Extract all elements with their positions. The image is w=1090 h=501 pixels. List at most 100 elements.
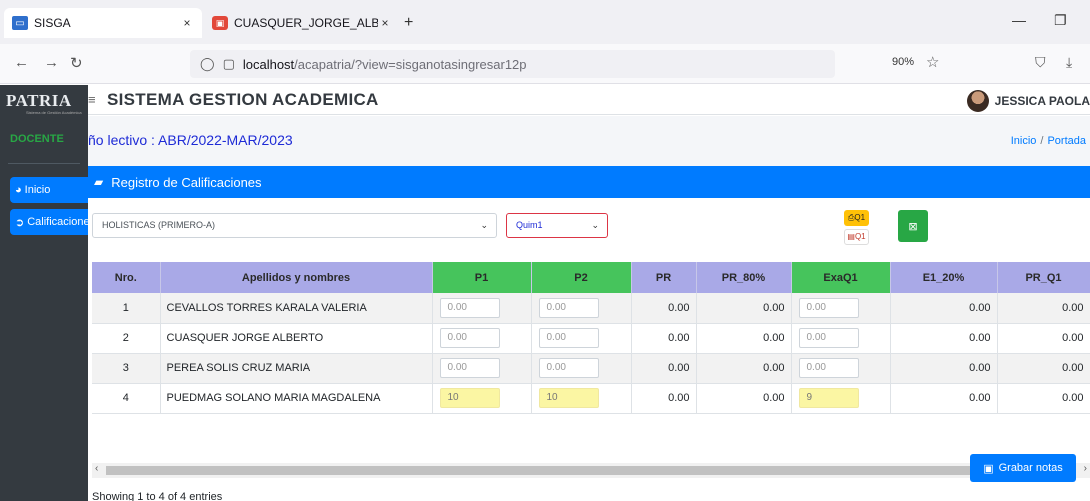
restore-window-icon[interactable]: ❐ [1054, 12, 1067, 29]
chevron-down-icon: ⌄ [480, 220, 488, 230]
browser-tab-pdf[interactable]: ▣ CUASQUER_JORGE_ALBERTO.pd × [204, 8, 400, 38]
scroll-right-icon[interactable]: › [1084, 463, 1087, 474]
grades-card: ▰ Registro de Calificaciones HOLISTICAS … [88, 166, 1090, 501]
exaq1-input[interactable]: 9 [798, 388, 859, 408]
subject-select[interactable]: Quim1 ⌄ [506, 213, 608, 238]
bookmark-star-icon[interactable]: ☆ [926, 53, 939, 71]
reload-icon[interactable]: ↻ [70, 54, 83, 72]
brand-subtitle: Sistema de Gestión Académica [26, 110, 82, 115]
breadcrumb: Inicio / Portada [1011, 135, 1086, 147]
col-e120[interactable]: E1_20% [890, 262, 998, 293]
cell-name: PEREA SOLIS CRUZ MARIA [160, 353, 433, 384]
excel-export-button[interactable]: ⊠ [898, 210, 928, 242]
cell-e120: 0.00 [890, 323, 998, 354]
cell-p2: 0.00 [531, 323, 632, 354]
exaq1-input[interactable]: 0.00 [798, 358, 859, 378]
cell-prq1: 0.00 [997, 323, 1090, 354]
chevron-down-icon: ⌄ [591, 220, 599, 230]
close-tab-icon[interactable]: × [378, 16, 392, 30]
sidebar-item-label: Calificaciones [27, 216, 88, 228]
course-select[interactable]: HOLISTICAS (PRIMERO-A) ⌄ [92, 213, 497, 238]
dashboard-icon: ◕ [15, 184, 22, 196]
col-p1[interactable]: P1 [432, 262, 532, 293]
table-row: 3 PEREA SOLIS CRUZ MARIA 0.00 0.00 0.00 … [92, 353, 1090, 384]
user-menu[interactable]: JESSICA PAOLA [966, 90, 1090, 112]
col-prq1[interactable]: PR_Q1 [997, 262, 1090, 293]
breadcrumb-inicio[interactable]: Inicio [1011, 135, 1037, 147]
pdf-q1-button[interactable]: ▤Q1 [844, 229, 869, 245]
col-exaq1[interactable]: ExaQ1 [791, 262, 891, 293]
col-nro[interactable]: Nro. [92, 262, 161, 293]
user-name: JESSICA PAOLA [994, 94, 1090, 108]
cell-pr80: 0.00 [696, 323, 792, 354]
cell-prq1: 0.00 [997, 293, 1090, 324]
main-content: ño lectivo : ABR/2022-MAR/2023 Inicio / Po… [88, 116, 1090, 501]
cell-exaq1: 0.00 [791, 293, 891, 324]
sidebar-item-inicio[interactable]: ◕ Inicio [10, 177, 88, 203]
excel-icon: ⊠ [908, 220, 918, 233]
p2-input[interactable]: 0.00 [538, 358, 599, 378]
p1-input[interactable]: 0.00 [439, 328, 500, 348]
print-q1-label: Q1 [854, 213, 866, 222]
p2-input[interactable]: 10 [538, 388, 599, 408]
forward-icon[interactable]: → [44, 54, 59, 71]
cell-name: CEVALLOS TORRES KARALA VALERIA [160, 293, 433, 324]
scrollbar-thumb[interactable] [106, 466, 1074, 475]
cell-name: PUEDMAG SOLANO MARIA MAGDALENA [160, 383, 433, 414]
cell-nro: 2 [92, 323, 161, 354]
p1-input[interactable]: 0.00 [439, 297, 500, 318]
col-p2[interactable]: P2 [531, 262, 632, 293]
cell-prq1: 0.00 [997, 383, 1090, 414]
exaq1-input[interactable]: 0.00 [798, 328, 859, 348]
exaq1-input[interactable]: 0.00 [798, 297, 859, 318]
address-bar[interactable]: ◯ ▢ localhost /acapatria/?view=sisganota… [190, 50, 835, 78]
download-icon[interactable]: ⤓ [1066, 54, 1072, 71]
table-header-row: Nro. Apellidos y nombres P1 P2 PR PR_80%… [92, 262, 1090, 293]
new-tab-button[interactable]: + [404, 14, 413, 32]
card-header: ▰ Registro de Calificaciones [88, 166, 1090, 198]
cell-nro: 3 [92, 353, 161, 384]
save-grades-button[interactable]: ▣ Grabar notas [970, 454, 1076, 482]
col-pr[interactable]: PR [631, 262, 697, 293]
save-icon: ▣ [983, 462, 994, 475]
sidebar-item-calificaciones[interactable]: ➲ Calificaciones [10, 209, 88, 235]
zoom-level[interactable]: 90% [892, 56, 914, 68]
url-path: /acapatria/?view=sisganotasingresar12p [294, 56, 527, 72]
scroll-left-icon[interactable]: ‹ [95, 463, 98, 474]
browser-tab-sisga[interactable]: ▭ SISGA × [4, 8, 202, 38]
arrow-circle-right-icon: ➲ [15, 216, 25, 229]
pocket-icon[interactable]: ⛉ [1035, 54, 1046, 71]
tab-title: SISGA [34, 16, 71, 30]
minimize-window-icon[interactable]: — [1012, 12, 1026, 28]
card-title: Registro de Calificaciones [111, 174, 262, 190]
cell-nro: 1 [92, 293, 161, 324]
save-grades-label: Grabar notas [998, 462, 1063, 474]
cell-p2: 10 [531, 383, 632, 414]
cell-pr80: 0.00 [696, 293, 792, 324]
close-tab-icon[interactable]: × [180, 16, 194, 30]
brand-text: PATRIA [6, 91, 72, 110]
cell-p1: 0.00 [432, 323, 532, 354]
cell-pr80: 0.00 [696, 353, 792, 384]
back-icon[interactable]: ← [14, 54, 29, 71]
print-q1-button[interactable]: ⎙Q1 [844, 210, 869, 226]
p2-input[interactable]: 0.00 [538, 297, 599, 318]
col-pr80[interactable]: PR_80% [696, 262, 792, 293]
cell-pr: 0.00 [631, 323, 697, 354]
cell-p1: 10 [432, 383, 532, 414]
grades-table: Nro. Apellidos y nombres P1 P2 PR PR_80%… [92, 262, 1090, 414]
page-icon: ▢ [222, 56, 235, 71]
p2-input[interactable]: 0.00 [538, 328, 599, 348]
cell-pr80: 0.00 [696, 383, 792, 414]
p1-input[interactable]: 10 [439, 388, 500, 408]
horizontal-scrollbar[interactable]: ‹ › [92, 463, 1090, 478]
sidebar: PATRIA Sistema de Gestión Académica DOCE… [0, 85, 88, 501]
tab-title: CUASQUER_JORGE_ALBERTO.pd [234, 16, 378, 30]
menu-toggle-icon[interactable]: ≡ [88, 92, 96, 107]
col-nombres[interactable]: Apellidos y nombres [160, 262, 433, 293]
cell-prq1: 0.00 [997, 353, 1090, 384]
cell-e120: 0.00 [890, 293, 998, 324]
p1-input[interactable]: 0.00 [439, 358, 500, 378]
book-icon: ▰ [94, 175, 104, 189]
table-info: Showing 1 to 4 of 4 entries [92, 491, 223, 501]
